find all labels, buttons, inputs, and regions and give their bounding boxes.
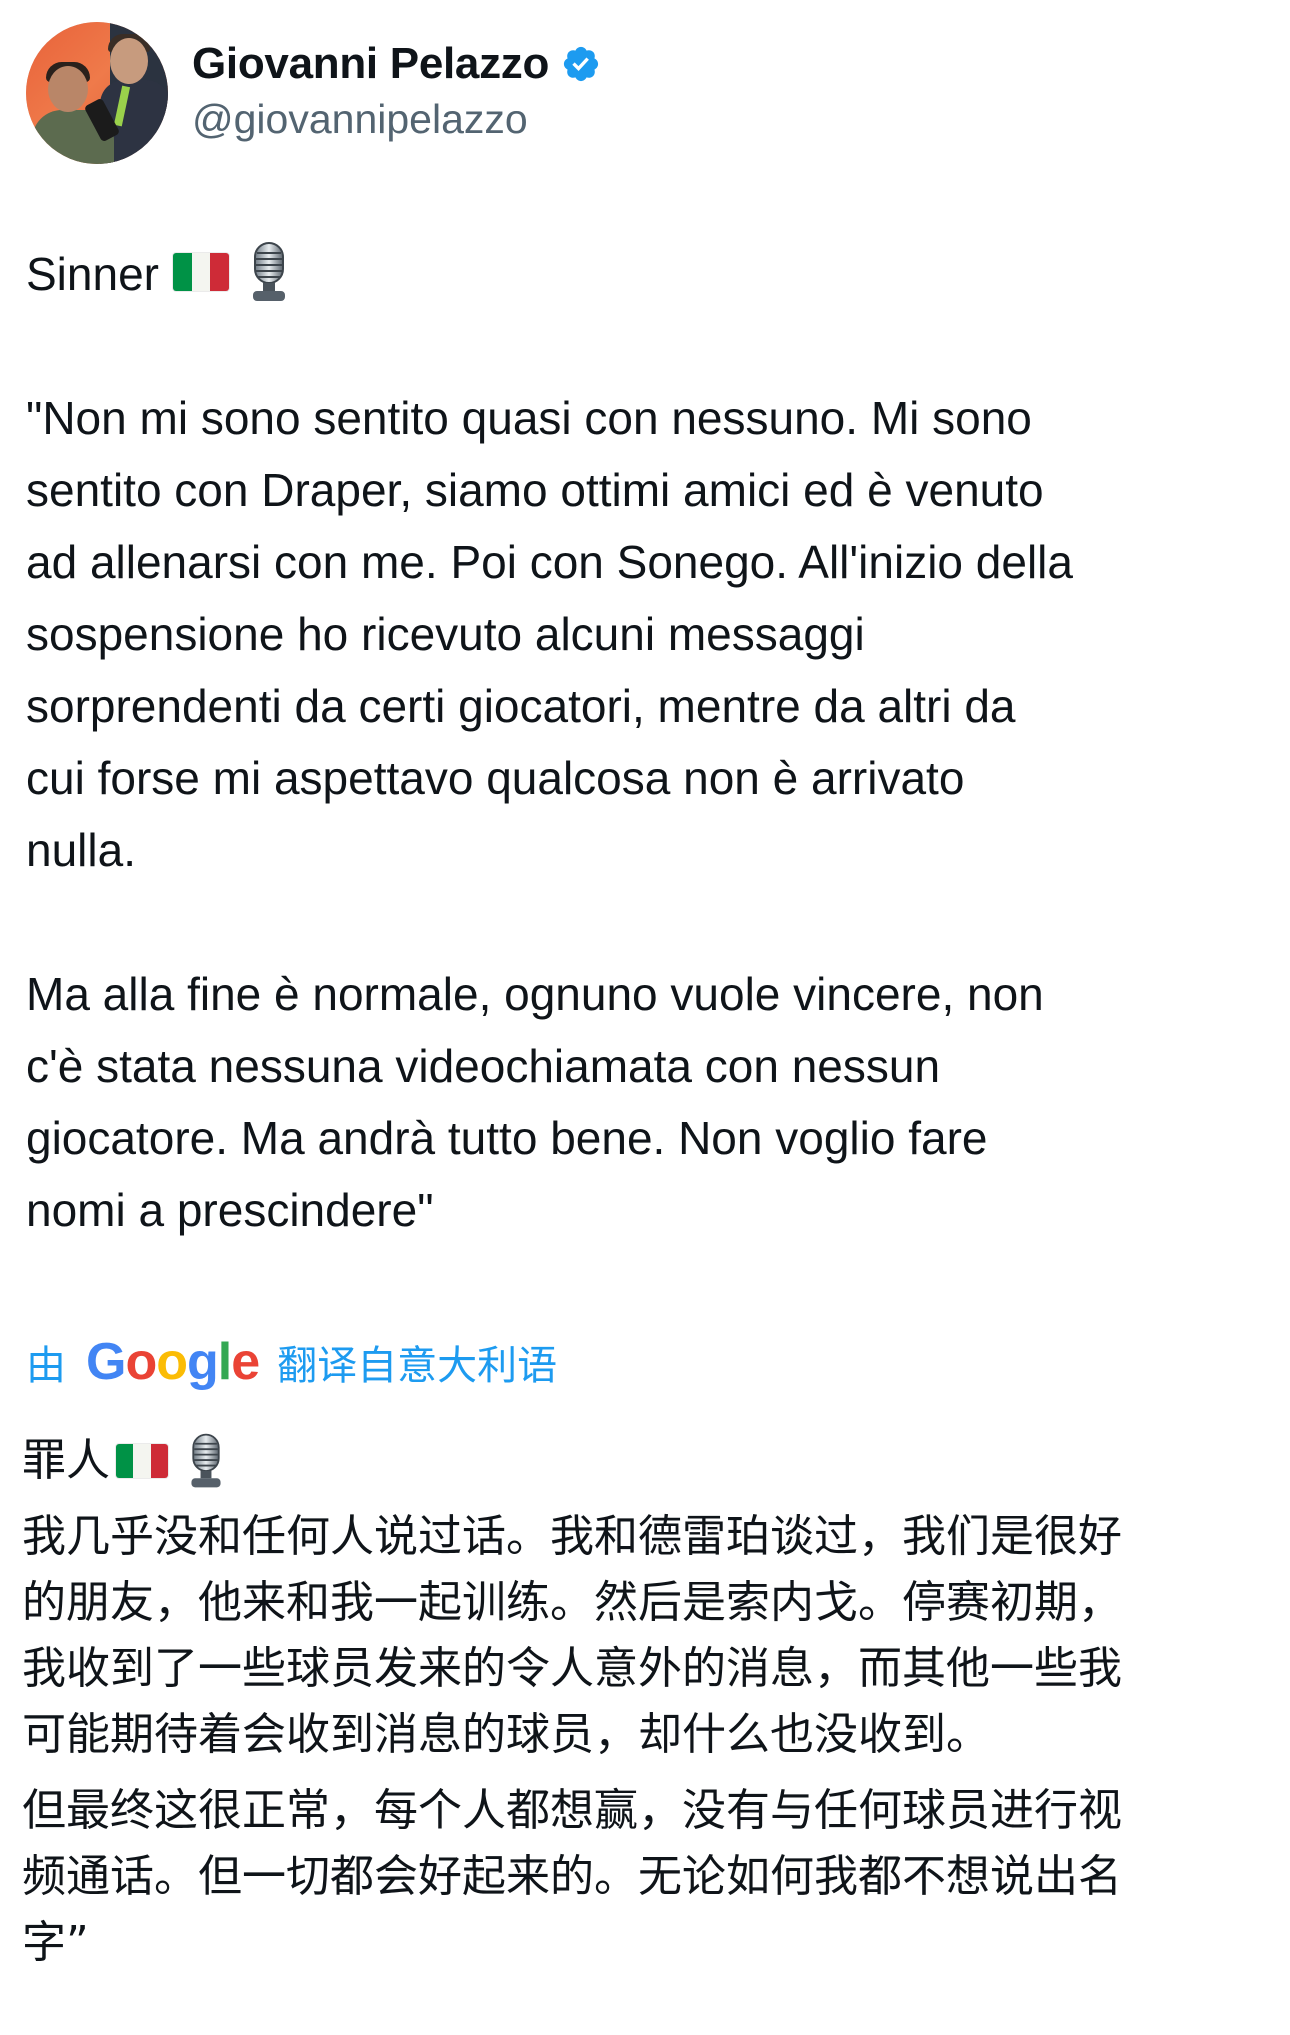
translation-attribution[interactable]: 由 Google 翻译自意大利语 [26,1330,557,1394]
italy-flag-icon [172,252,229,291]
translated-tweet: 罪人 我几乎没和任何人说过话。我和德雷珀谈过，我们是很好 的朋友，他来和我一起训… [22,1424,1272,1976]
translation-prefix: 由 [26,1343,66,1389]
translated-title: 罪人 [22,1435,110,1486]
translated-title-line: 罪人 [22,1424,1272,1498]
author-display-name[interactable]: Giovanni Pelazzo [192,39,549,89]
tweet-body: Sinner "Non mi sono sentito quasi con ne… [26,238,1266,1246]
translated-paragraph-1: 我几乎没和任何人说过话。我和德雷珀谈过，我们是很好 的朋友，他来和我一起训练。然… [22,1511,1122,1760]
name-row: Giovanni Pelazzo [192,34,601,94]
google-logo: Google [86,1333,260,1391]
tweet-title-line: Sinner [26,238,1266,310]
tweet-paragraph-2: Ma alla fine è normale, ognuno vuole vin… [26,968,1044,1236]
translation-suffix: 翻译自意大利语 [277,1343,558,1389]
microphone-icon [252,241,285,301]
tweet-header: Giovanni Pelazzo @giovannipelazzo [26,22,1226,167]
microphone-icon [191,1433,221,1488]
author-handle[interactable]: @giovannipelazzo [192,96,528,143]
avatar[interactable] [26,22,168,164]
tweet-title: Sinner [26,248,159,300]
translated-paragraph-2: 但最终这很正常，每个人都想赢，没有与任何球员进行视 频通话。但一切都会好起来的。… [22,1785,1122,1968]
tweet-paragraph-1: "Non mi sono sentito quasi con nessuno. … [26,392,1073,876]
verified-badge-icon [563,46,599,82]
italy-flag-icon [116,1444,168,1478]
